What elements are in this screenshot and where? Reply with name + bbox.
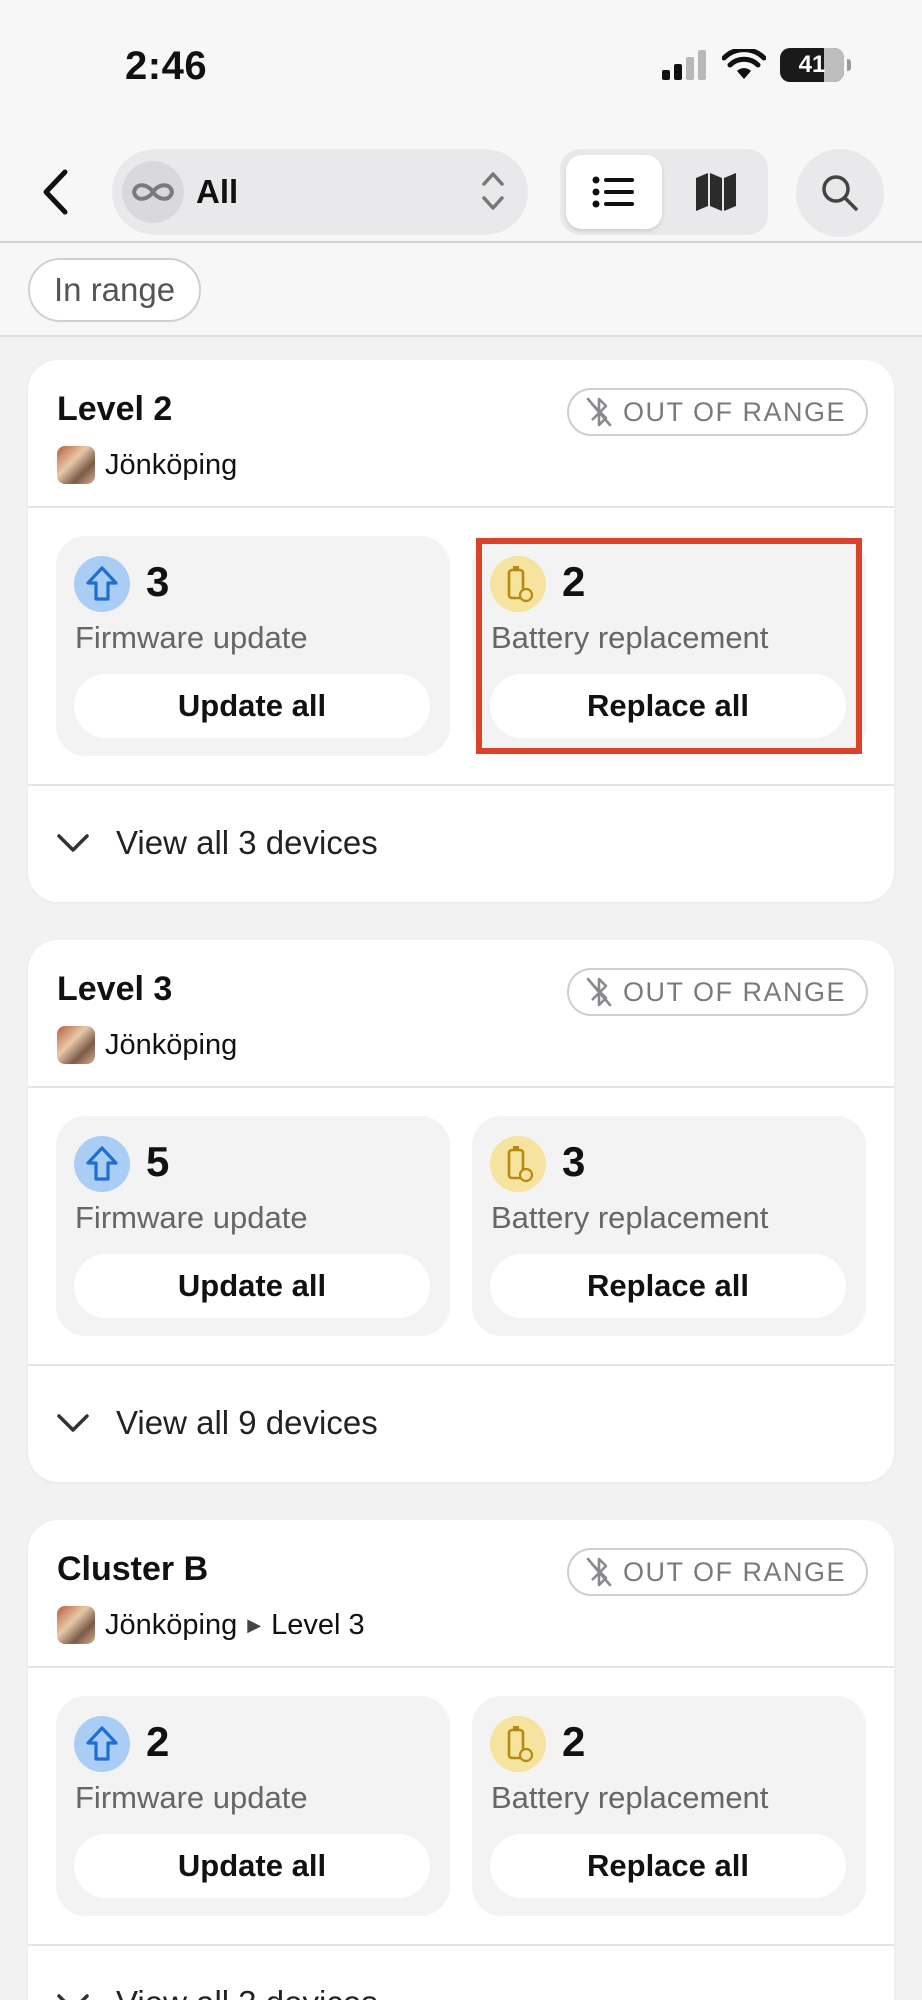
card-location: Jönköping [57,446,237,484]
chevron-up-down-icon [482,172,504,210]
replace-all-button[interactable]: Replace all [490,674,846,738]
chevron-down-icon [57,1994,89,2000]
divider [28,506,894,508]
out-of-range-badge: OUT OF RANGE [566,1548,868,1596]
battery-label: Battery replacement [491,620,769,655]
battery-replacement-tile: 2 Battery replacement Replace all [472,1696,866,1916]
list-view-button[interactable] [566,155,662,229]
battery-count: 2 [562,558,586,605]
search-icon [822,175,858,211]
view-toggle [560,149,768,235]
replace-all-button[interactable]: Replace all [490,1834,846,1898]
battery-replace-icon [490,1716,546,1772]
battery-percentage: 41 [798,51,826,78]
cellular-signal-icon [662,50,706,80]
firmware-count: 2 [146,1718,170,1765]
filter-chip-row: In range [0,243,922,337]
status-bar: 2:46 41 [0,0,922,135]
divider [28,1666,894,1668]
wifi-icon [722,49,766,79]
divider [28,784,894,786]
location-thumbnail [57,1026,95,1064]
firmware-label: Firmware update [75,1780,308,1815]
firmware-count: 3 [146,558,170,605]
filter-select[interactable]: All [112,149,528,235]
firmware-update-tile: 2 Firmware update Update all [56,1696,450,1916]
bluetooth-off-icon [586,397,612,427]
view-all-devices-button[interactable]: View all 3 devices [56,824,378,862]
out-of-range-badge: OUT OF RANGE [566,968,868,1016]
list-icon [592,176,634,208]
card-title: Cluster B [57,1550,209,1588]
breadcrumb-separator-icon: ▶ [247,1614,262,1635]
status-icons: 41 [662,48,851,82]
card-title: Level 3 [57,970,173,1008]
battery-count: 3 [562,1138,586,1185]
badge-label: OUT OF RANGE [622,1556,846,1587]
firmware-upload-icon [74,556,130,612]
location-name: Jönköping [105,448,238,481]
badge-label: OUT OF RANGE [622,976,846,1007]
firmware-upload-icon [74,1136,130,1192]
level-card: Level 2 OUT OF RANGE Jönköping 3 Firmwar… [28,360,894,902]
sublocation-name: Level 3 [271,1608,365,1641]
back-button[interactable] [30,165,80,219]
location-name: Jönköping [105,1028,238,1061]
battery-replacement-tile: 3 Battery replacement Replace all [472,1116,866,1336]
battery-label: Battery replacement [491,1200,769,1235]
chevron-down-icon [57,1414,89,1432]
location-thumbnail [57,1606,95,1644]
firmware-update-tile: 3 Firmware update Update all [56,536,450,756]
out-of-range-badge: OUT OF RANGE [566,388,868,436]
battery-level-icon: 41 [780,48,851,82]
view-all-label: View all 9 devices [116,1404,378,1441]
update-all-button[interactable]: Update all [74,674,430,738]
filter-label: All [196,173,239,210]
card-title: Level 2 [57,390,173,428]
infinity-icon [122,161,184,223]
bluetooth-off-icon [586,977,612,1007]
firmware-count: 5 [146,1138,170,1185]
firmware-label: Firmware update [75,1200,308,1235]
location-name: Jönköping [105,1608,238,1641]
update-all-button[interactable]: Update all [74,1254,430,1318]
badge-label: OUT OF RANGE [622,396,846,427]
in-range-chip[interactable]: In range [28,258,202,322]
firmware-update-tile: 5 Firmware update Update all [56,1116,450,1336]
battery-replace-icon [490,1136,546,1192]
map-view-button[interactable] [670,155,762,229]
chevron-left-icon [43,169,68,215]
status-time: 2:46 [125,44,208,88]
card-location: Jönköping ▶ Level 3 [57,1606,365,1644]
divider [28,1364,894,1366]
divider [28,1944,894,1946]
chevron-down-icon [57,834,89,852]
battery-label: Battery replacement [491,1780,769,1815]
map-icon [696,173,736,211]
firmware-label: Firmware update [75,620,308,655]
view-all-label: View all 3 devices [116,1984,378,2000]
level-card: Level 3 OUT OF RANGE Jönköping 5 Firmwar… [28,940,894,1482]
view-all-label: View all 3 devices [116,824,378,861]
toolbar: All [0,135,922,243]
view-all-devices-button[interactable]: View all 9 devices [56,1404,378,1442]
cluster-card: Cluster B OUT OF RANGE Jönköping ▶ Level… [28,1520,894,2000]
battery-replace-icon [490,556,546,612]
divider [28,1086,894,1088]
bluetooth-off-icon [586,1557,612,1587]
view-all-devices-button[interactable]: View all 3 devices [56,1984,378,2000]
battery-count: 2 [562,1718,586,1765]
update-all-button[interactable]: Update all [74,1834,430,1898]
card-location: Jönköping [57,1026,237,1064]
replace-all-button[interactable]: Replace all [490,1254,846,1318]
search-button[interactable] [796,149,884,237]
firmware-upload-icon [74,1716,130,1772]
location-thumbnail [57,446,95,484]
battery-replacement-tile: 2 Battery replacement Replace all [472,536,866,756]
